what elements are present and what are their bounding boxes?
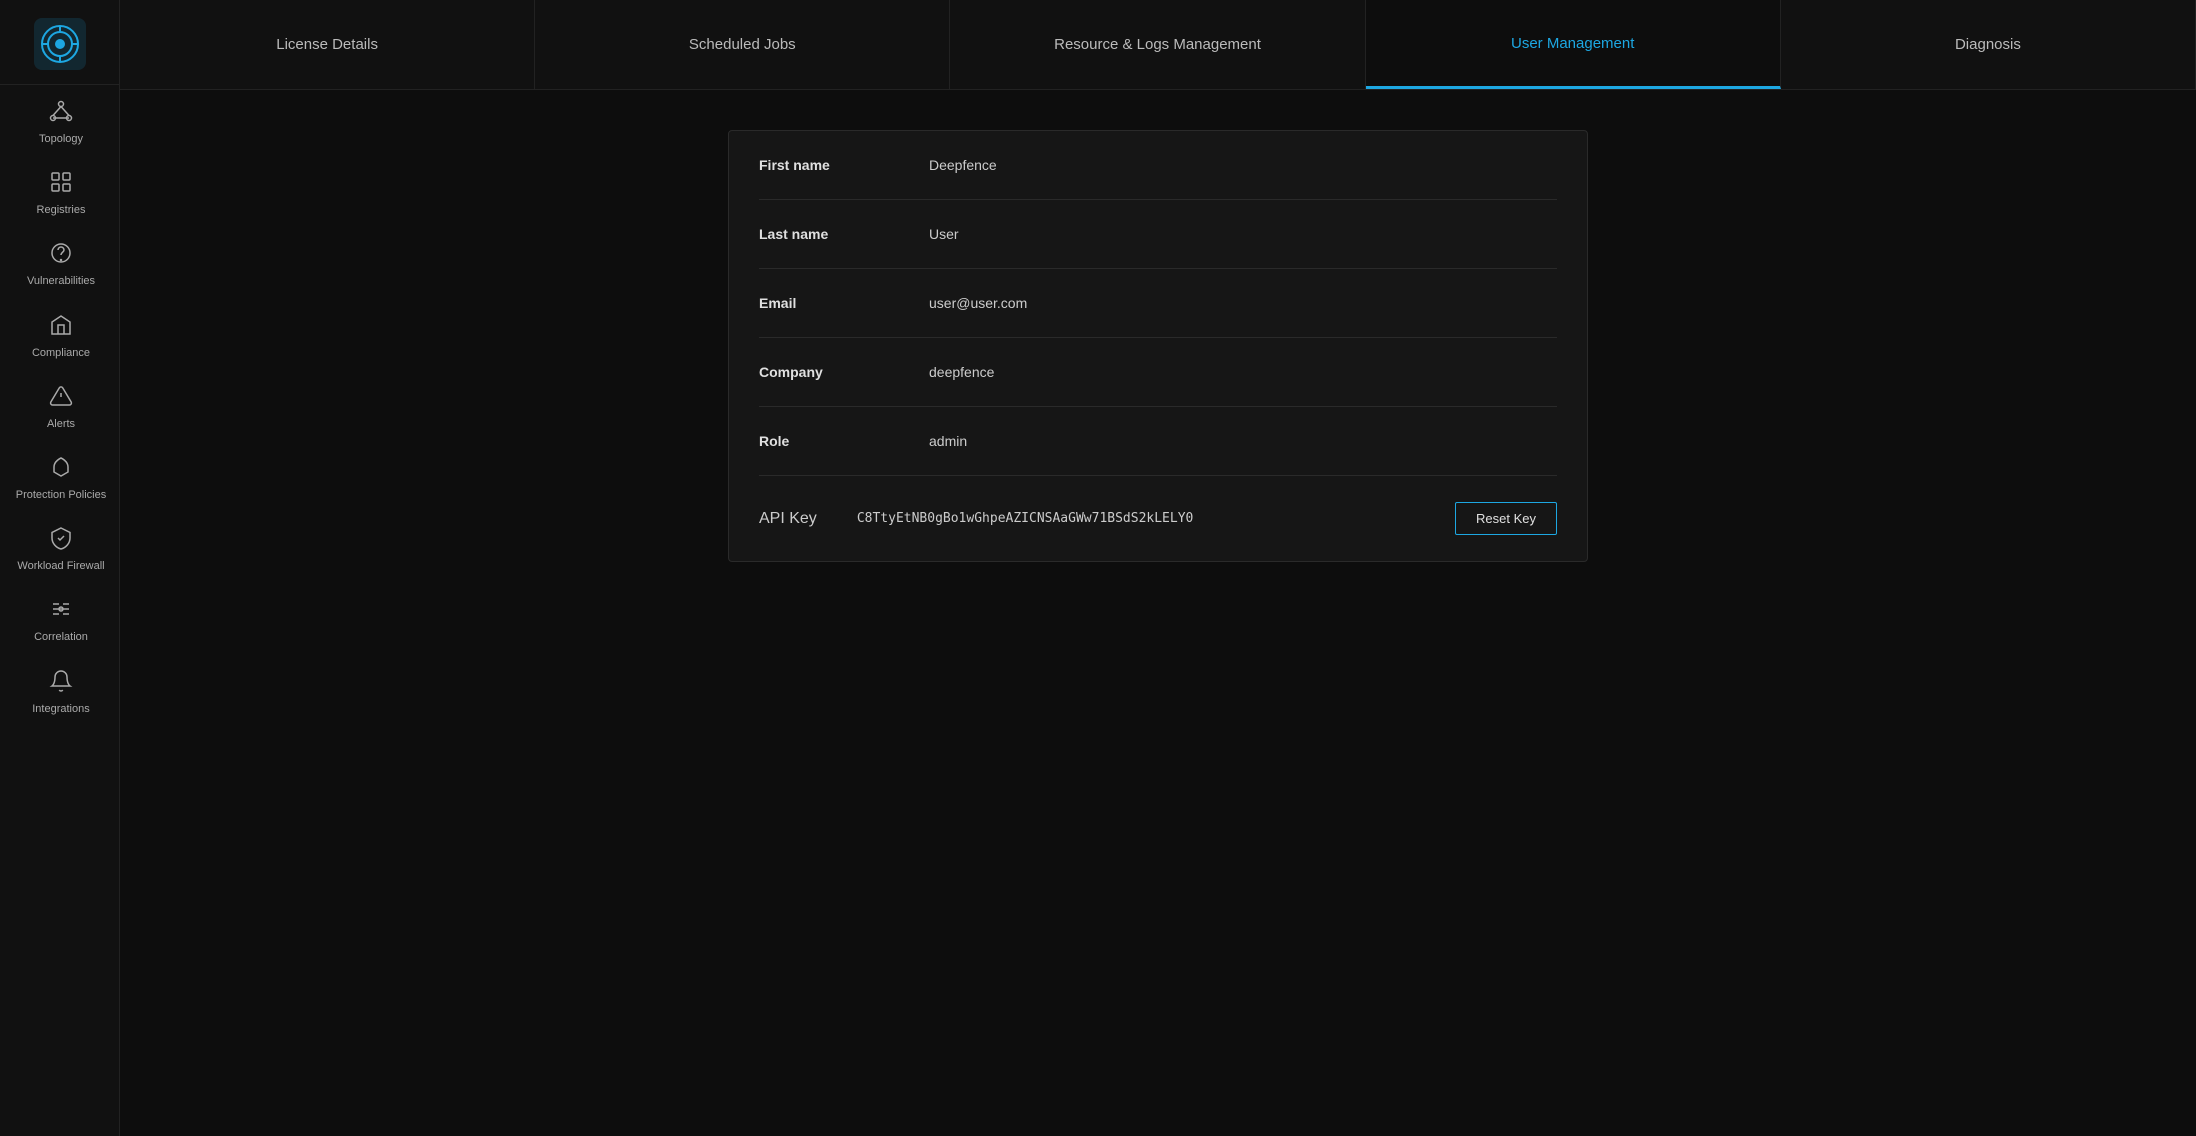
sidebar-item-registries[interactable]: Registries (0, 156, 119, 227)
sidebar-item-label: Registries (37, 204, 86, 217)
integrations-icon (49, 669, 73, 697)
logo[interactable] (0, 0, 119, 85)
sidebar-item-vulnerabilities[interactable]: Vulnerabilities (0, 227, 119, 298)
role-row: Role admin (759, 407, 1557, 476)
company-label: Company (759, 364, 889, 380)
first-name-row: First name Deepfence (759, 131, 1557, 200)
sidebar-item-correlation[interactable]: Correlation (0, 583, 119, 654)
email-row: Email user@user.com (759, 269, 1557, 338)
first-name-value: Deepfence (929, 157, 1557, 173)
last-name-label: Last name (759, 226, 889, 242)
api-key-row: API Key C8TtyEtNB0gBo1wGhpeAZICNSAaGWw71… (759, 476, 1557, 561)
sidebar-item-label: Protection Policies (16, 489, 107, 502)
protection-policies-icon (49, 455, 73, 483)
user-management-card: First name Deepfence Last name User Emai… (728, 130, 1588, 562)
tab-scheduled-jobs[interactable]: Scheduled Jobs (535, 0, 950, 89)
api-key-label: API Key (759, 510, 817, 528)
last-name-value: User (929, 226, 1557, 242)
tab-license-details[interactable]: License Details (120, 0, 535, 89)
topology-icon (49, 99, 73, 127)
email-value: user@user.com (929, 295, 1557, 311)
main-content: License Details Scheduled Jobs Resource … (120, 0, 2196, 1136)
correlation-icon (49, 597, 73, 625)
compliance-icon (49, 313, 73, 341)
reset-key-button[interactable]: Reset Key (1455, 502, 1557, 535)
workload-firewall-icon (49, 526, 73, 554)
first-name-label: First name (759, 157, 889, 173)
email-label: Email (759, 295, 889, 311)
company-row: Company deepfence (759, 338, 1557, 407)
vulnerabilities-icon (49, 241, 73, 269)
sidebar-item-label: Workload Firewall (17, 560, 104, 573)
sidebar-item-protection-policies[interactable]: Protection Policies (0, 441, 119, 512)
sidebar: Topology Registries (0, 0, 120, 1136)
sidebar-item-alerts[interactable]: Alerts (0, 370, 119, 441)
sidebar-item-compliance[interactable]: Compliance (0, 299, 119, 370)
tab-user-management[interactable]: User Management (1366, 0, 1781, 89)
sidebar-item-label: Alerts (47, 418, 75, 431)
company-value: deepfence (929, 364, 1557, 380)
sidebar-item-label: Topology (39, 133, 83, 146)
role-label: Role (759, 433, 889, 449)
alerts-icon (49, 384, 73, 412)
sidebar-item-workload-firewall[interactable]: Workload Firewall (0, 512, 119, 583)
last-name-row: Last name User (759, 200, 1557, 269)
sidebar-item-label: Correlation (34, 631, 88, 644)
tab-resource-logs[interactable]: Resource & Logs Management (950, 0, 1365, 89)
sidebar-navigation: Topology Registries (0, 85, 119, 1136)
registries-icon (49, 170, 73, 198)
sidebar-item-topology[interactable]: Topology (0, 85, 119, 156)
sidebar-item-label: Compliance (32, 347, 90, 360)
sidebar-item-label: Vulnerabilities (27, 275, 95, 288)
sidebar-item-label: Integrations (32, 703, 89, 716)
tab-diagnosis[interactable]: Diagnosis (1781, 0, 2196, 89)
tab-bar: License Details Scheduled Jobs Resource … (120, 0, 2196, 90)
content-area: First name Deepfence Last name User Emai… (120, 90, 2196, 1136)
sidebar-item-integrations[interactable]: Integrations (0, 655, 119, 726)
role-value: admin (929, 433, 1557, 449)
api-key-value: C8TtyEtNB0gBo1wGhpeAZICNSAaGWw71BSdS2kLE… (857, 511, 1415, 526)
